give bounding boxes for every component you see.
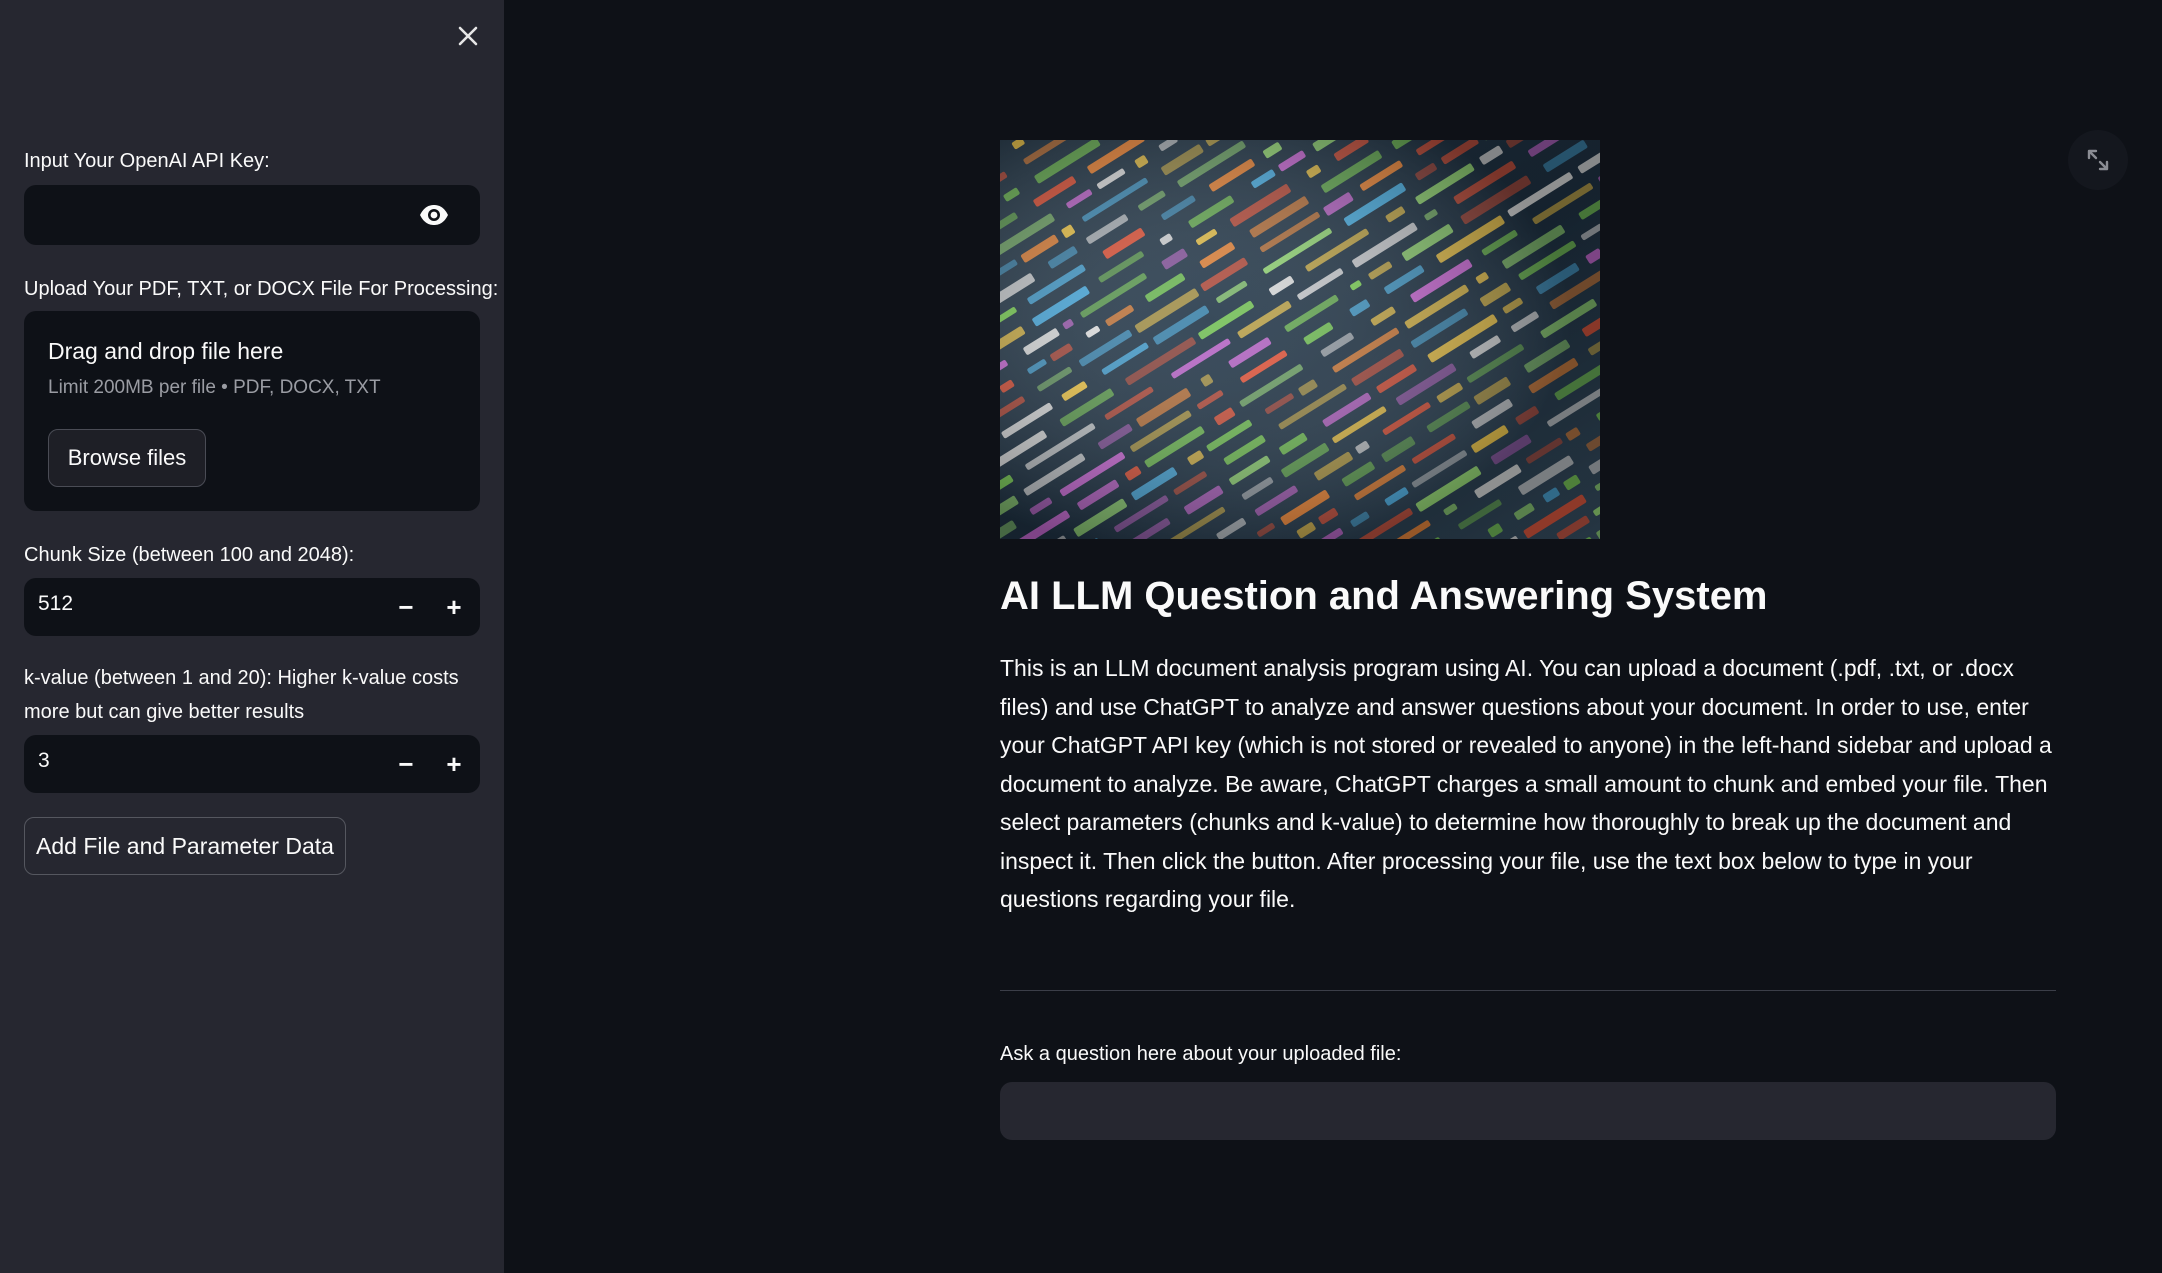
expand-icon — [2087, 149, 2109, 171]
api-key-input[interactable] — [24, 185, 480, 245]
chunk-size-label: Chunk Size (between 100 and 2048): — [24, 544, 355, 566]
dropzone-title: Drag and drop file here — [48, 338, 284, 364]
chunk-size-increment-button[interactable]: + — [430, 578, 478, 636]
app-description: This is an LLM document analysis program… — [1000, 655, 2052, 912]
api-key-label: Input Your OpenAI API Key: — [24, 150, 270, 172]
question-label: Ask a question here about your uploaded … — [1000, 1043, 1402, 1065]
chunk-size-stepper[interactable]: 512 − + — [24, 578, 480, 636]
upload-label: Upload Your PDF, TXT, or DOCX File For P… — [24, 278, 499, 300]
sidebar: Input Your OpenAI API Key: Upload Your P… — [0, 0, 504, 1273]
chunk-size-decrement-button[interactable]: − — [382, 578, 430, 636]
k-value-decrement-button[interactable]: − — [382, 735, 430, 793]
eye-icon — [420, 205, 448, 225]
k-value-stepper[interactable]: 3 − + — [24, 735, 480, 793]
fullscreen-button[interactable] — [2068, 130, 2128, 190]
divider — [1000, 990, 2056, 991]
question-input[interactable] — [1000, 1082, 2056, 1140]
file-dropzone[interactable]: Drag and drop file here Limit 200MB per … — [24, 311, 480, 511]
k-value-label-line1: k-value (between 1 and 20): Higher k-val… — [24, 667, 459, 689]
chunk-size-value: 512 — [38, 592, 74, 615]
k-value-increment-button[interactable]: + — [430, 735, 478, 793]
dropzone-subtitle: Limit 200MB per file • PDF, DOCX, TXT — [48, 377, 381, 398]
add-file-parameter-data-button[interactable]: Add File and Parameter Data — [24, 817, 346, 875]
k-value-label-line2: more but can give better results — [24, 701, 305, 723]
close-icon — [458, 26, 478, 46]
close-sidebar-button[interactable] — [452, 20, 484, 52]
code-screen-image — [1000, 140, 1600, 539]
k-value-value: 3 — [38, 749, 50, 772]
browse-files-button[interactable]: Browse files — [48, 429, 206, 487]
show-password-button[interactable] — [418, 201, 450, 229]
page-title: AI LLM Question and Answering System — [1000, 574, 1768, 618]
